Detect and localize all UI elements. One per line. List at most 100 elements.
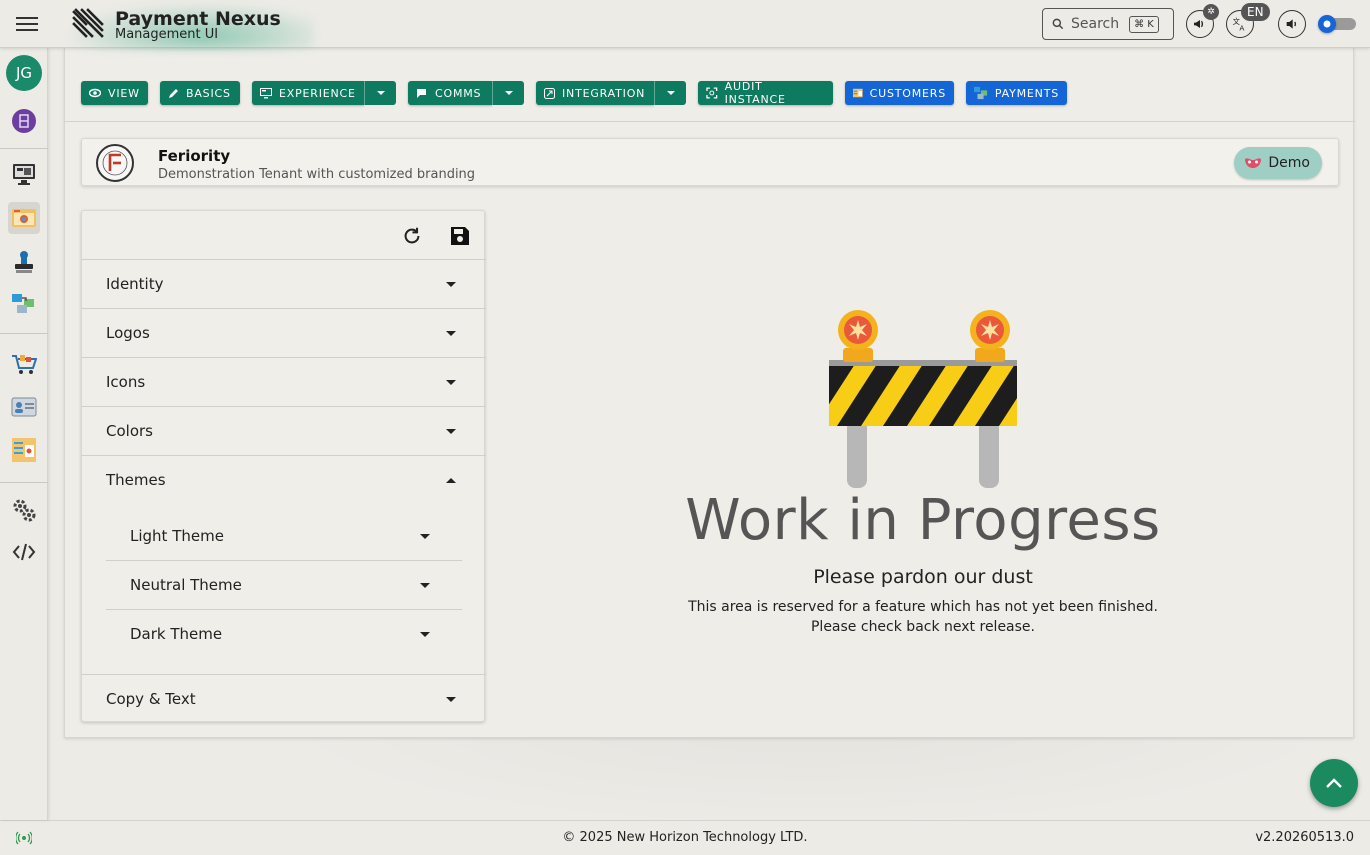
payment-nexus-logo [72,8,104,38]
speaker-icon [1286,19,1297,29]
menu-icon[interactable] [16,14,38,34]
scroll-to-top-button[interactable] [1310,759,1358,807]
caret-down-icon [420,583,430,588]
integration-icon [544,87,555,99]
basics-label: BASICS [186,86,231,100]
theme-item-neutral[interactable]: Neutral Theme [106,561,462,610]
caret-down-icon [376,91,385,95]
monitor-small-icon [260,87,272,98]
sound-button[interactable] [1278,10,1306,38]
stamp-icon[interactable] [8,246,40,278]
caret-down-icon [446,380,456,385]
catalog-icon[interactable] [8,434,40,466]
experience-label: EXPERIENCE [279,86,356,100]
main-panel: VIEW BASICS EXPERIENCE COMMS INTEGRATION… [64,48,1355,738]
pencil-icon [169,88,178,98]
wip-title: Work in Progress [685,488,1161,553]
mask-icon [1245,158,1262,168]
chat-icon [417,88,426,98]
integration-label: INTEGRATION [562,86,646,100]
search-placeholder: Search [1071,16,1120,32]
sidebar-divider [0,482,48,483]
settings-badge-icon: ✲ [1203,4,1219,20]
view-label: VIEW [108,86,140,100]
customers-label: CUSTOMERS [869,86,946,100]
view-button[interactable]: VIEW [81,81,148,105]
caret-down-icon [504,91,513,95]
payments-button[interactable]: PAYMENTS [966,81,1067,105]
experience-button[interactable]: EXPERIENCE [252,81,364,105]
comms-button[interactable]: COMMS [408,81,492,105]
accordion-label: Icons [106,373,146,391]
cart-icon[interactable] [8,348,40,380]
id-card-icon[interactable] [8,391,40,423]
refresh-icon [404,227,420,244]
environment-chip[interactable]: Demo [1234,147,1322,179]
accordion-copy-text[interactable]: Copy & Text [82,674,486,722]
tenant-description: Demonstration Tenant with customized bra… [158,167,476,182]
audit-scan-icon [706,87,718,99]
brand-subtitle: Management UI [115,27,219,42]
accordion-label: Logos [106,324,150,342]
theme-item-dark[interactable]: Dark Theme [106,610,462,659]
basics-button[interactable]: BASICS [160,81,240,105]
accordion-label: Colors [106,422,153,440]
comms-dropdown-button[interactable] [492,81,524,105]
audit-instance-button[interactable]: AUDIT INSTANCE [698,80,833,106]
theme-item-light[interactable]: Light Theme [106,512,462,561]
accordion-label: Themes [106,471,166,489]
accordion-colors[interactable]: Colors [82,407,486,456]
payments-flow-icon[interactable] [8,288,40,320]
monitor-icon[interactable] [8,158,40,190]
caret-down-icon [446,697,456,702]
toolbar-divider [65,121,1355,122]
caret-down-icon [666,91,675,95]
chevron-up-icon [1326,778,1342,788]
footer: © 2025 New Horizon Technology LTD. v2.20… [0,820,1370,855]
audit-instance-label: AUDIT INSTANCE [724,80,786,106]
payments-label: PAYMENTS [994,86,1059,100]
sidebar-divider [0,148,48,149]
top-app-bar: Payment Nexus Management UI Search ⌘ K ✲… [0,0,1370,50]
caret-down-icon [446,282,456,287]
theme-toggle[interactable] [1318,15,1356,33]
customers-button[interactable]: CUSTOMERS [845,81,954,105]
experience-dropdown-button[interactable] [364,81,396,105]
settings-icon[interactable] [8,494,40,526]
sidebar-divider [0,333,48,334]
environment-label: Demo [1268,155,1310,171]
code-icon[interactable] [8,536,40,568]
language-badge: EN [1241,3,1270,21]
accordion-themes[interactable]: Themes [82,456,486,505]
payments-icon [974,86,988,100]
search-icon [1052,18,1064,30]
sidebar: JG [0,48,48,820]
avatar[interactable]: JG [6,55,42,91]
construction-barrier-illustration [829,310,1017,488]
integration-dropdown-button[interactable] [654,81,686,105]
caret-up-icon [446,478,456,483]
branding-icon[interactable] [8,202,40,234]
wip-message-2: Please check back next release. [810,619,1035,635]
tenant-switcher-icon[interactable] [12,109,36,133]
tenant-header-card: Feriority Demonstration Tenant with cust… [81,138,1339,186]
tenant-name: Feriority [158,147,231,165]
accordion-icons[interactable]: Icons [82,358,486,407]
theme-label: Light Theme [130,527,224,545]
branding-panel: Identity Logos Icons Colors Themes Light… [81,210,486,722]
accordion-identity[interactable]: Identity [82,260,486,309]
integration-button[interactable]: INTEGRATION [536,81,654,105]
comms-label: COMMS [435,86,482,100]
caret-down-icon [446,331,456,336]
refresh-button[interactable] [400,224,424,248]
svg-text:A: A [1239,24,1244,32]
caret-down-icon [420,632,430,637]
search-button[interactable]: Search ⌘ K [1042,8,1174,40]
sun-icon [1318,15,1336,33]
eye-icon [89,88,101,98]
wip-message-1: This area is reserved for a feature whic… [688,599,1158,615]
accordion-logos[interactable]: Logos [82,309,486,358]
save-button[interactable] [448,224,472,248]
panel-actions [82,211,486,260]
theme-label: Neutral Theme [130,576,242,594]
